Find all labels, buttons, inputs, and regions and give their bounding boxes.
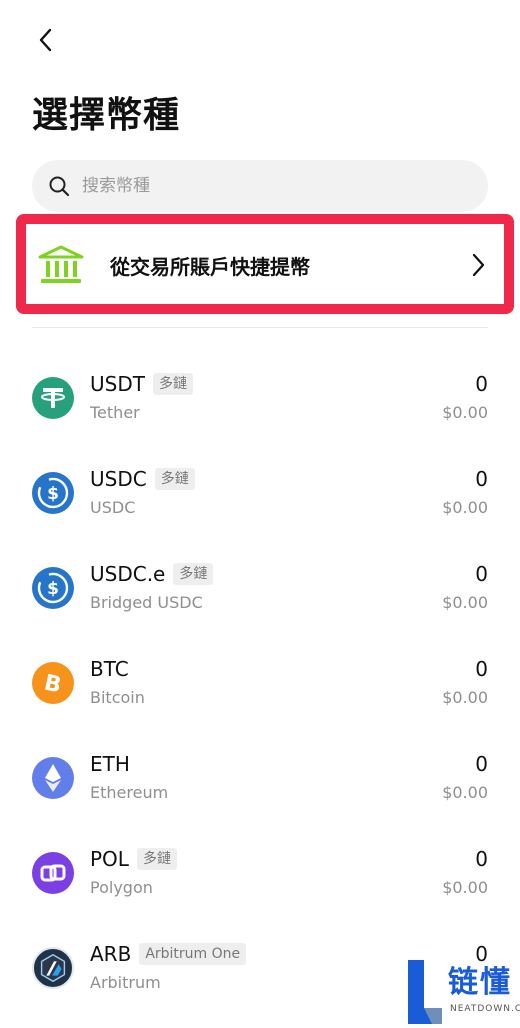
coin-amount: 0 — [475, 752, 488, 776]
divider — [32, 327, 488, 328]
bank-icon — [38, 245, 84, 283]
coin-name: USDC — [90, 498, 136, 517]
coin-amount: 0 — [475, 467, 488, 491]
chain-tag: Arbitrum One — [139, 943, 247, 965]
tether-icon — [32, 377, 74, 419]
coin-symbol-group: USDT 多鏈 — [90, 370, 193, 398]
coin-name: Bridged USDC — [90, 593, 203, 612]
coin-name: Ethereum — [90, 783, 169, 802]
back-button[interactable] — [28, 22, 64, 58]
coin-name: Arbitrum — [90, 973, 161, 992]
coin-name: Bitcoin — [90, 688, 145, 707]
coin-symbol-group: USDC 多鏈 — [90, 465, 195, 493]
search-icon — [49, 176, 70, 197]
coin-fiat-value: $0.00 — [442, 688, 488, 707]
coin-row-usdc-e[interactable]: $ USDC.e 多鏈 Bridged USDC 0 $0.00 — [0, 540, 520, 620]
svg-text:B: B — [42, 670, 64, 698]
coin-ticker: USDC.e — [90, 562, 166, 586]
quick-withdraw-button[interactable]: 從交易所賬戶快捷提幣 — [32, 232, 492, 298]
watermark-logo-icon — [408, 960, 442, 1024]
chain-tag: 多鏈 — [136, 848, 177, 870]
bitcoin-icon: B — [32, 662, 74, 704]
chain-tag: 多鏈 — [173, 563, 214, 585]
site-watermark: 链懂 NEATDOWN.COM — [404, 960, 520, 1024]
coin-amount: 0 — [475, 657, 488, 681]
coin-fiat-value: $0.00 — [442, 593, 488, 612]
coin-ticker: ARB — [90, 942, 132, 966]
coin-amount: 0 — [475, 562, 488, 586]
chain-tag: 多鏈 — [154, 468, 195, 490]
ethereum-icon — [32, 757, 74, 799]
coin-row-btc[interactable]: B BTC Bitcoin 0 $0.00 — [0, 635, 520, 715]
watermark-text: 链懂 — [448, 965, 512, 1000]
coin-ticker: USDT — [90, 372, 145, 396]
coin-ticker: POL — [90, 847, 129, 871]
coin-fiat-value: $0.00 — [442, 498, 488, 517]
coin-symbol-group: ETH — [90, 750, 130, 778]
usdc-icon: $ — [32, 472, 74, 514]
coin-fiat-value: $0.00 — [442, 878, 488, 897]
coin-fiat-value: $0.00 — [442, 783, 488, 802]
coin-amount: 0 — [475, 847, 488, 871]
svg-text:$: $ — [47, 484, 59, 504]
coin-row-pol[interactable]: POL 多鏈 Polygon 0 $0.00 — [0, 825, 520, 905]
coin-name: Polygon — [90, 878, 153, 897]
coin-ticker: USDC — [90, 467, 147, 491]
coin-row-eth[interactable]: ETH Ethereum 0 $0.00 — [0, 730, 520, 810]
coin-fiat-value: $0.00 — [442, 403, 488, 422]
chevron-left-icon — [39, 28, 52, 52]
chain-tag: 多鏈 — [152, 373, 193, 395]
watermark-subtext: NEATDOWN.COM — [450, 1004, 520, 1014]
coin-amount: 0 — [475, 372, 488, 396]
page-title: 選擇幣種 — [32, 95, 181, 136]
coin-row-usdc[interactable]: $ USDC 多鏈 USDC 0 $0.00 — [0, 445, 520, 525]
quick-withdraw-label: 從交易所賬戶快捷提幣 — [110, 254, 310, 279]
svg-text:$: $ — [47, 579, 59, 599]
coin-row-usdt[interactable]: USDT 多鏈 Tether 0 $0.00 — [0, 350, 520, 430]
coin-ticker: BTC — [90, 657, 129, 681]
select-coin-screen: 選擇幣種 從交易所賬戶快捷提幣 — [0, 0, 520, 1028]
search-input[interactable] — [80, 175, 464, 197]
usdc-icon: $ — [32, 567, 74, 609]
coin-symbol-group: ARB Arbitrum One — [90, 940, 247, 968]
chevron-right-icon — [472, 253, 485, 277]
polygon-icon — [32, 852, 74, 894]
arbitrum-icon — [32, 947, 74, 989]
coin-name: Tether — [90, 403, 140, 422]
search-bar[interactable] — [32, 160, 488, 212]
coin-ticker: ETH — [90, 752, 130, 776]
coin-symbol-group: POL 多鏈 — [90, 845, 177, 873]
coin-symbol-group: USDC.e 多鏈 — [90, 560, 214, 588]
coin-symbol-group: BTC — [90, 655, 129, 683]
